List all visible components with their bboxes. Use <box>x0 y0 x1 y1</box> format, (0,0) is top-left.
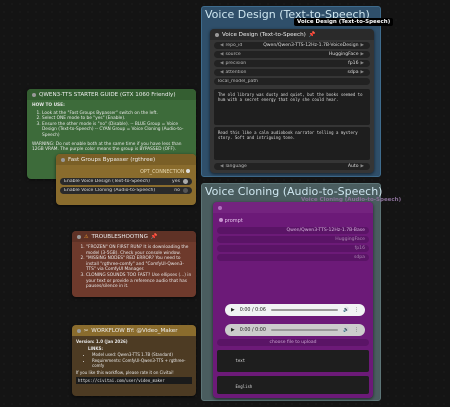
toggle-voice-cloning[interactable]: Enable Voice Cloning (Audio-to-Speech) n… <box>60 187 192 194</box>
left-arrow-icon[interactable]: ◀ <box>220 52 223 57</box>
troubleshooting-note[interactable]: ⚠ TROUBLESHOOTING 📌 "FROZEN" ON FIRST RU… <box>72 231 196 297</box>
requirements-line: Requirements: ComfyUI-Qwen3-TTS + rgthre… <box>92 358 192 368</box>
toggle-on-icon[interactable] <box>183 179 188 184</box>
left-arrow-icon[interactable]: ◀ <box>220 61 223 66</box>
links-label: LINKS: <box>88 346 103 352</box>
output-dot-icon[interactable] <box>186 169 190 173</box>
voice-design-instruct-input[interactable]: Read this like a calm audiobook narrator… <box>214 127 370 160</box>
attention-widget[interactable]: ◀ attention sdpa ▶ <box>214 69 370 76</box>
voice-design-group[interactable]: Voice Design (Text-to-Speech) Voice Desi… <box>201 6 394 177</box>
toggle-off-icon[interactable] <box>183 188 188 193</box>
precision-widget[interactable]: ◀ precision fp16 ▶ <box>214 60 370 67</box>
workflow-title: WORKFLOW BY: @Video_Maker <box>91 327 178 334</box>
source-widget[interactable]: ◀ source HuggingFace ▶ <box>214 51 370 58</box>
clone-precision-widget[interactable]: fp16 <box>217 245 369 252</box>
fast-groups-bypasser-node[interactable]: Fast Groups Bypasser (rgthree) OPT_CONNE… <box>56 154 196 205</box>
more-options-icon[interactable]: ⋮ <box>354 328 359 333</box>
right-arrow-icon[interactable]: ▶ <box>361 164 364 169</box>
guide-steps: Look at the "Fast Groups Bypasser" switc… <box>32 111 191 139</box>
volume-icon[interactable]: 🔊 <box>343 328 349 333</box>
prompt-label: prompt <box>219 218 243 224</box>
voice-design-badge: Voice Design (Text-to-Speech) <box>294 18 394 26</box>
repo-id-widget[interactable]: ◀ repo_id Qwen/Qwen3-TTS-12Hz-1.7B-Voice… <box>214 42 370 49</box>
tools-icon: ✂ <box>84 327 89 334</box>
language-widget[interactable]: ◀ language Auto ▶ <box>214 163 370 170</box>
collapse-dot-icon[interactable] <box>77 234 81 239</box>
guide-heading: HOW TO USE: <box>32 103 65 108</box>
right-arrow-icon[interactable]: ▶ <box>361 70 364 75</box>
play-icon[interactable]: ▶ <box>231 328 235 333</box>
play-icon[interactable]: ▶ <box>231 308 235 313</box>
audio-seek-bar[interactable] <box>270 329 339 331</box>
reference-audio-player[interactable]: ▶ 0:00 / 0:06 🔊 ⋮ <box>225 304 365 316</box>
voice-design-node[interactable]: Voice Design (Text-to-Speech) 📌 ◀ repo_i… <box>210 29 374 173</box>
right-arrow-icon[interactable]: ▶ <box>361 43 364 48</box>
voice-cloning-node[interactable]: prompt Qwen/Qwen3-TTS-12Hz-1.7B-Base Hug… <box>213 202 373 398</box>
collapse-dot-icon[interactable] <box>32 92 36 97</box>
volume-icon[interactable]: 🔊 <box>343 308 349 313</box>
left-arrow-icon[interactable]: ◀ <box>220 70 223 75</box>
collapse-dot-icon[interactable] <box>215 32 219 37</box>
opt-connection-output[interactable]: OPT_CONNECTION <box>140 169 190 175</box>
right-arrow-icon[interactable]: ▶ <box>361 61 364 66</box>
voice-design-node-title: Voice Design (Text-to-Speech) <box>222 31 306 38</box>
upload-button[interactable]: choose file to upload <box>217 339 369 346</box>
more-options-icon[interactable]: ⋮ <box>354 308 359 313</box>
troubleshooting-title: TROUBLESHOOTING <box>91 233 148 240</box>
troubleshooting-list: "FROZEN" ON FIRST RUN? It is downloading… <box>76 245 192 290</box>
voice-cloning-group[interactable]: Voice Cloning (Audio-to-Speech) Voice Cl… <box>201 183 401 401</box>
voice-design-text-input[interactable]: The old library was dusty and quiet, but… <box>214 89 370 125</box>
warning-icon: ⚠ <box>84 233 89 240</box>
local-model-path-field[interactable]: local_model_path <box>214 78 370 85</box>
bypasser-title: Fast Groups Bypasser (rgthree) <box>68 156 156 163</box>
right-arrow-icon[interactable]: ▶ <box>361 52 364 57</box>
guide-title: QWEN3-TTS STARTER GUIDE (GTX 1060 Friend… <box>39 91 176 98</box>
left-arrow-icon[interactable]: ◀ <box>220 164 223 169</box>
civitai-link[interactable]: https://civitai.com/user/video_maker <box>76 377 192 385</box>
collapse-dot-icon[interactable] <box>77 328 81 333</box>
workflow-credit-note[interactable]: ✂ WORKFLOW BY: @Video_Maker Version: 1.0… <box>72 325 196 396</box>
collapse-dot-icon[interactable] <box>218 205 222 210</box>
left-arrow-icon[interactable]: ◀ <box>220 43 223 48</box>
pin-icon: 📌 <box>150 233 158 240</box>
clone-language-input[interactable]: English <box>217 376 369 394</box>
civitai-line: If you like this workflow, please rate i… <box>76 370 174 376</box>
clone-repo-widget[interactable]: Qwen/Qwen3-TTS-12Hz-1.7B-Base <box>217 227 369 234</box>
input-dot-icon <box>219 218 223 222</box>
collapse-dot-icon[interactable] <box>61 157 65 162</box>
workflow-version: Version: 1.0 (Jan 2026) <box>76 339 128 344</box>
reference-audio-player-2[interactable]: ▶ 0:00 / 0:00 🔊 ⋮ <box>225 324 365 336</box>
guide-warning: WARNING: Do not enable both at the same … <box>32 141 182 153</box>
pin-icon: 📌 <box>308 31 316 38</box>
clone-source-widget[interactable]: HuggingFace <box>217 236 369 243</box>
toggle-voice-design[interactable]: Enable Voice Design (Text-to-Speech) yes <box>60 178 192 185</box>
clone-attention-widget[interactable]: sdpa <box>217 254 369 261</box>
audio-seek-bar[interactable] <box>270 309 339 311</box>
ref-text-input[interactable]: text <box>217 350 369 372</box>
